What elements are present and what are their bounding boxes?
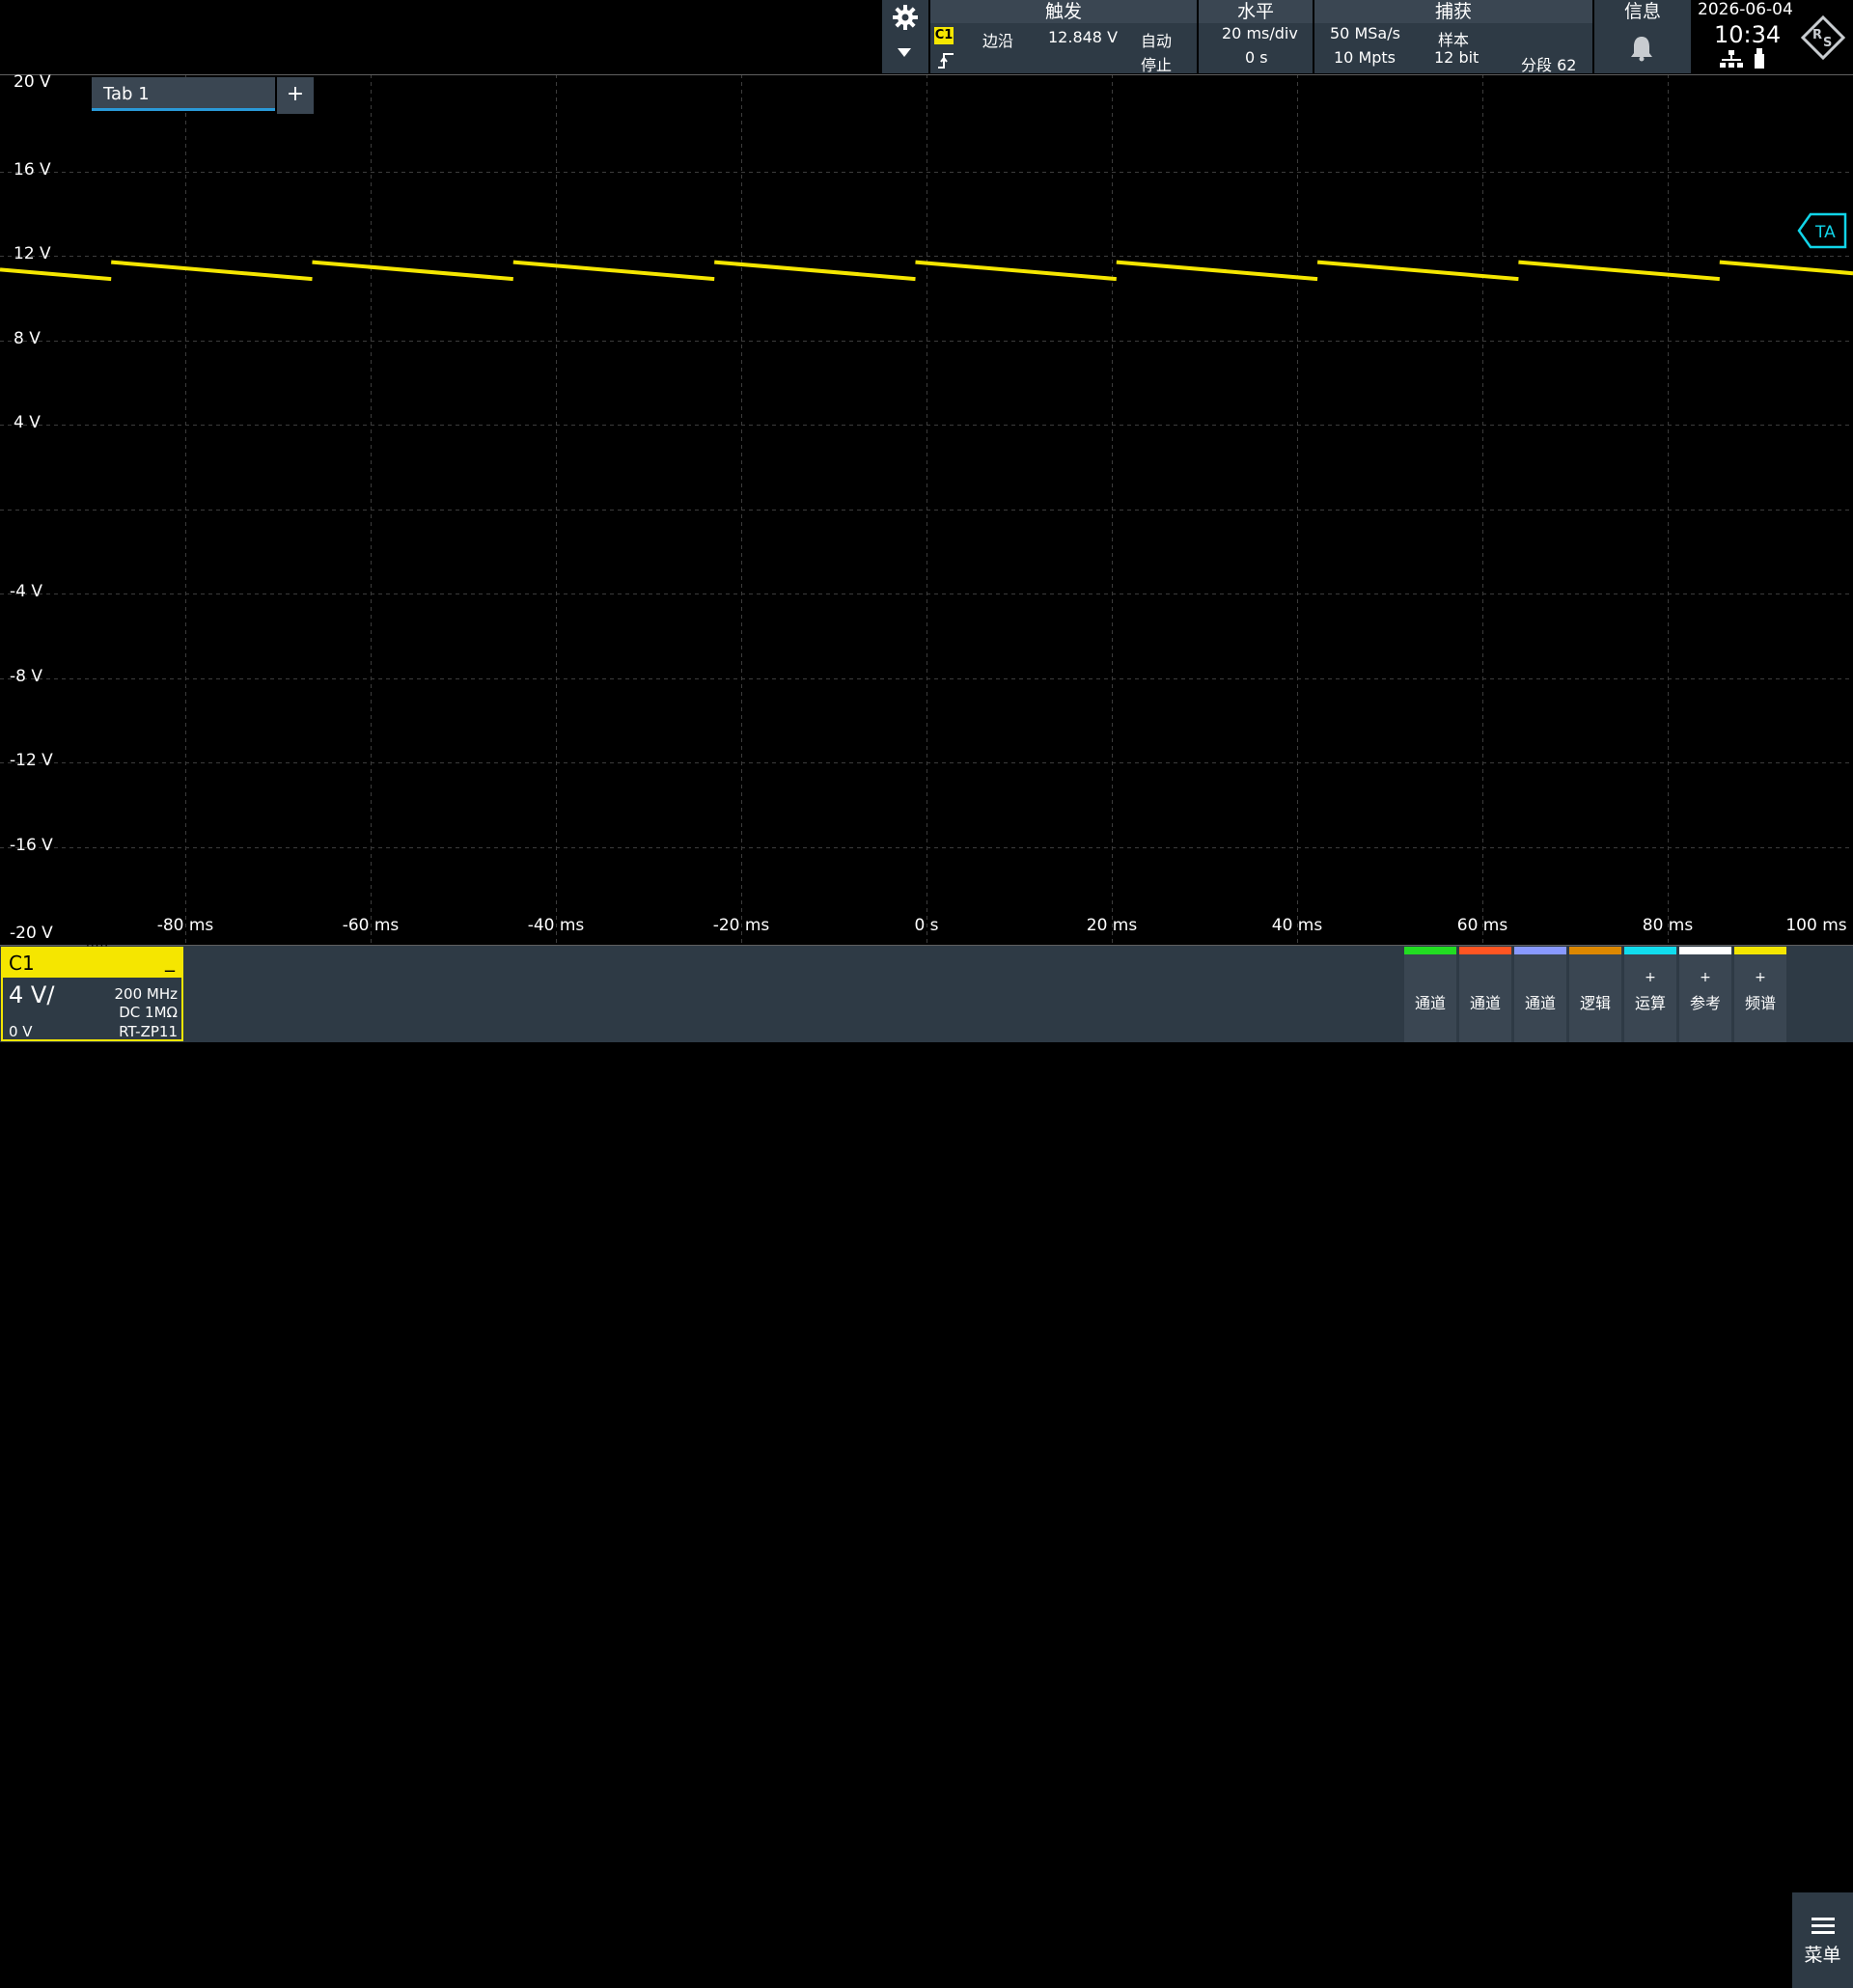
acquisition-mode: 样本 xyxy=(1438,31,1470,49)
color-stripe xyxy=(1624,947,1676,954)
gear-icon xyxy=(893,5,918,30)
trigger-panel[interactable]: 触发 C1 边沿 12.848 V 自动 停止 xyxy=(930,0,1197,74)
add-math-button[interactable]: + 运算 xyxy=(1624,947,1676,1042)
add-channel-button[interactable]: 通道 xyxy=(1514,947,1566,1042)
acquisition-panel[interactable]: 捕获 50 MSa/s 样本 10 Mpts 12 bit 分段 62 xyxy=(1314,0,1592,74)
y-axis-label: -8 V xyxy=(10,666,42,686)
trigger-level-marker[interactable]: TA xyxy=(1797,212,1847,249)
horizontal-scale: 20 ms/div xyxy=(1222,24,1298,42)
y-axis-label: -12 V xyxy=(10,751,53,770)
x-axis-label: 60 ms xyxy=(1456,916,1508,935)
plus-icon: + xyxy=(1645,970,1656,985)
y-axis-label: 16 V xyxy=(14,159,51,179)
button-label: 运算 xyxy=(1634,994,1666,1012)
menu-button[interactable]: 菜单 xyxy=(1792,1892,1853,1988)
y-axis-label: 4 V xyxy=(14,413,41,432)
tab-1[interactable]: Tab 1 xyxy=(92,77,275,111)
color-stripe xyxy=(1734,947,1786,954)
x-axis-label: 80 ms xyxy=(1642,916,1694,935)
info-title: 信息 xyxy=(1594,0,1691,23)
probe-name: RT-ZP11 xyxy=(119,1023,178,1040)
marker-label: TA xyxy=(1814,223,1836,242)
trigger-type: 边沿 xyxy=(982,32,1014,50)
color-stripe xyxy=(1569,947,1621,954)
trigger-state: 停止 xyxy=(1141,56,1173,74)
vertical-scale: 4 V/ xyxy=(9,981,55,1008)
horizontal-title: 水平 xyxy=(1199,0,1313,23)
plus-icon: + xyxy=(1755,970,1766,985)
color-stripe xyxy=(1679,947,1731,954)
date-text: 2026-06-04 xyxy=(1698,0,1793,19)
x-axis-label: 40 ms xyxy=(1271,916,1323,935)
button-label: 频谱 xyxy=(1744,994,1776,1012)
add-logic-button[interactable]: 逻辑 xyxy=(1569,947,1621,1042)
plus-icon: + xyxy=(1700,970,1711,985)
svg-text:R: R xyxy=(1812,28,1822,42)
add-channel-button[interactable]: 通道 xyxy=(1459,947,1511,1042)
button-label: 参考 xyxy=(1689,994,1721,1012)
add-channel-button[interactable]: 通道 xyxy=(1404,947,1456,1042)
rs-logo-icon: R S xyxy=(1801,15,1845,60)
offset: 0 V xyxy=(9,1023,33,1040)
channel-c1-box[interactable]: C1 ····· _ 4 V/ 200 MHz DC 1MΩ 0 V RT-ZP… xyxy=(1,939,183,1041)
coupling: DC 1MΩ xyxy=(119,1004,178,1021)
trigger-level: 12.848 V xyxy=(1048,28,1119,46)
minimize-icon[interactable]: _ xyxy=(165,949,175,972)
horizontal-panel[interactable]: 水平 20 ms/div 0 s xyxy=(1199,0,1313,73)
horizontal-position: 0 s xyxy=(1245,48,1268,67)
sample-rate: 50 MSa/s xyxy=(1330,24,1400,42)
top-status-bar: 触发 C1 边沿 12.848 V 自动 停止 水平 20 ms/div 0 s… xyxy=(0,0,1853,74)
bandwidth: 200 MHz xyxy=(114,985,179,1003)
x-axis-label: 0 s xyxy=(914,916,939,935)
info-panel[interactable]: 信息 xyxy=(1594,0,1691,73)
add-reference-button[interactable]: + 参考 xyxy=(1679,947,1731,1042)
x-axis-label: -60 ms xyxy=(342,916,400,935)
menu-label: 菜单 xyxy=(1804,1945,1841,1966)
drag-handle-icon[interactable]: ····· xyxy=(86,939,109,953)
y-axis-label: -16 V xyxy=(10,835,53,855)
time-text: 10:34 xyxy=(1714,21,1782,48)
channel-name: C1 xyxy=(9,952,35,975)
svg-text:S: S xyxy=(1823,36,1832,50)
trigger-mode: 自动 xyxy=(1141,32,1173,50)
button-label: 通道 xyxy=(1469,994,1501,1012)
dropdown-arrow-icon[interactable] xyxy=(898,48,911,57)
add-tab-button[interactable]: + xyxy=(277,77,314,114)
datetime-display: 2026-06-04 10:34 xyxy=(1695,0,1801,73)
button-label: 逻辑 xyxy=(1579,994,1611,1012)
y-axis-label: 8 V xyxy=(14,328,41,348)
y-axis-label: -20 V xyxy=(10,924,53,943)
color-stripe xyxy=(1404,947,1456,954)
bell-icon xyxy=(1631,37,1652,62)
y-axis-label: -4 V xyxy=(10,582,42,601)
trigger-channel-badge: C1 xyxy=(934,27,954,44)
settings-button[interactable] xyxy=(882,0,928,73)
waveform-display[interactable]: 20 V 16 V 12 V 8 V 4 V -4 V -8 V -12 V -16 V -20 … xyxy=(0,72,1853,946)
button-label: 通道 xyxy=(1524,994,1556,1012)
x-axis-label: 20 ms xyxy=(1086,916,1138,935)
add-spectrum-button[interactable]: + 频谱 xyxy=(1734,947,1786,1042)
color-stripe xyxy=(1514,947,1566,954)
trigger-title: 触发 xyxy=(930,0,1197,23)
x-axis-label: -20 ms xyxy=(712,916,770,935)
usb-icon xyxy=(1755,48,1764,69)
rising-edge-icon xyxy=(938,53,954,69)
waveform-grid xyxy=(0,74,1853,946)
segment-count: 分段 62 xyxy=(1521,56,1577,74)
resolution: 12 bit xyxy=(1434,48,1480,67)
channel-c1-header: C1 ····· _ xyxy=(3,939,181,978)
x-axis-label: -40 ms xyxy=(527,916,585,935)
acquisition-title: 捕获 xyxy=(1314,0,1592,23)
network-icon xyxy=(1720,50,1743,68)
color-stripe xyxy=(1459,947,1511,954)
button-label: 通道 xyxy=(1414,994,1446,1012)
record-length: 10 Mpts xyxy=(1334,48,1397,67)
y-axis-label: 20 V xyxy=(14,72,51,92)
y-axis-label: 12 V xyxy=(14,244,51,263)
x-axis-label: 100 ms xyxy=(1785,916,1847,935)
x-axis-label: -80 ms xyxy=(156,916,214,935)
hamburger-icon xyxy=(1812,1918,1835,1934)
